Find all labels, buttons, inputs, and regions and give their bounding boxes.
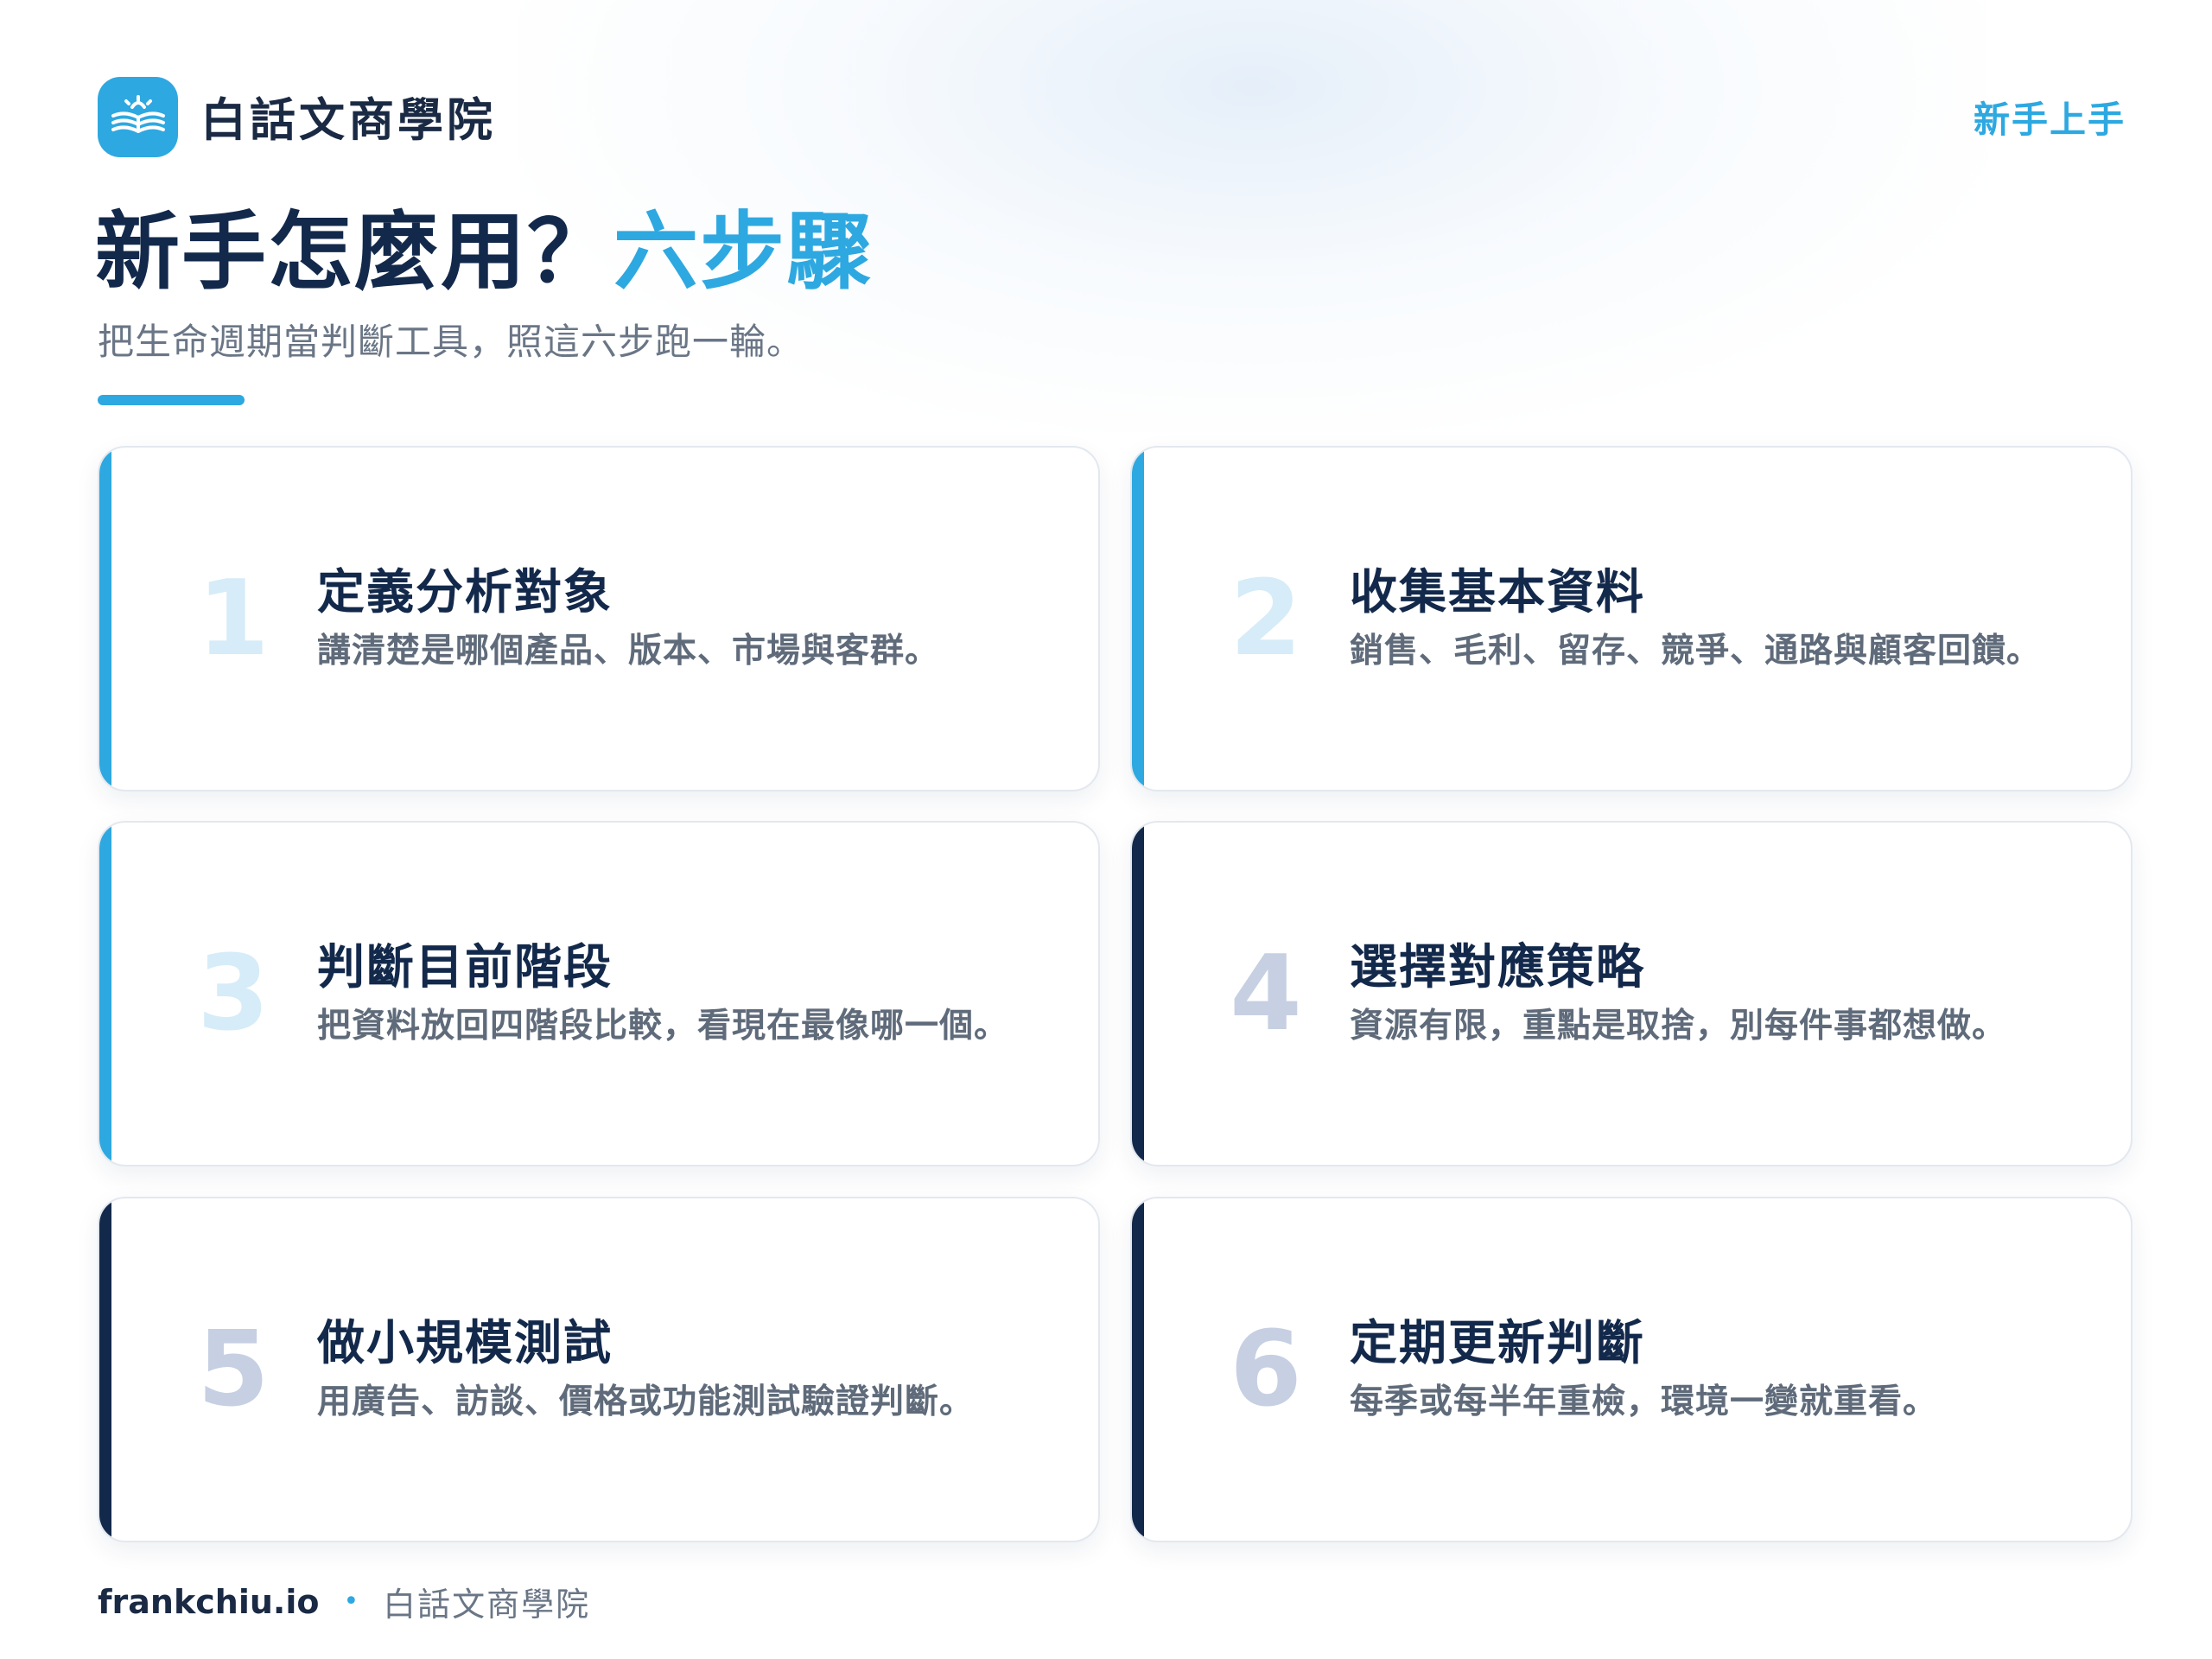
- step-title: 定期更新判斷: [1350, 1315, 1646, 1370]
- brand-name: 白話文商學院: [200, 94, 496, 147]
- card-accent-bar: [1132, 448, 1144, 790]
- page-title: 新手怎麼用？六步驟: [95, 200, 873, 304]
- card-accent-bar: [1132, 823, 1144, 1165]
- step-number: 1: [197, 558, 270, 679]
- step-card-3: 3 判斷目前階段 把資料放回四階段比較，看現在最像哪一個。: [98, 821, 1100, 1166]
- step-number: 6: [1230, 1309, 1302, 1430]
- step-card-1: 1 定義分析對象 講清楚是哪個產品、版本、市場與客群。: [98, 446, 1100, 791]
- step-title: 判斷目前階段: [317, 939, 613, 995]
- header: 白話文商學院 新手上手: [98, 76, 2126, 157]
- page-subtitle: 把生命週期當判斷工具，照這六步跑一輪。: [98, 321, 804, 363]
- footer-domain: frankchiu.io: [98, 1582, 320, 1621]
- step-title: 定義分析對象: [317, 564, 613, 620]
- step-text: 定期更新判斷 每季或每半年重檢，環境一變就重看。: [1350, 1198, 1937, 1541]
- step-description: 講清楚是哪個產品、版本、市場與客群。: [317, 632, 940, 671]
- step-title: 選擇對應策略: [1350, 939, 1646, 995]
- page-title-highlight: 六步驟: [613, 203, 874, 302]
- title-underline: [98, 395, 245, 405]
- footer-separator: •: [343, 1586, 359, 1617]
- footer-brand-name: 白話文商學院: [383, 1586, 591, 1624]
- card-accent-bar: [99, 448, 111, 790]
- page-title-main: 新手怎麼用？: [95, 203, 614, 302]
- card-accent-bar: [99, 1198, 111, 1541]
- step-description: 把資料放回四階段比較，看現在最像哪一個。: [317, 1007, 1009, 1046]
- step-description: 銷售、毛利、留存、競爭、通路與顧客回饋。: [1350, 632, 2042, 671]
- section-tag: 新手上手: [1973, 98, 2126, 141]
- step-card-5: 5 做小規模測試 用廣告、訪談、價格或功能測試驗證判斷。: [98, 1197, 1100, 1542]
- step-text: 選擇對應策略 資源有限，重點是取捨，別每件事都想做。: [1350, 823, 2006, 1165]
- step-description: 資源有限，重點是取捨，別每件事都想做。: [1350, 1007, 2007, 1046]
- step-title: 收集基本資料: [1350, 564, 1646, 620]
- step-text: 判斷目前階段 把資料放回四階段比較，看現在最像哪一個。: [317, 823, 1008, 1165]
- step-text: 做小規模測試 用廣告、訪談、價格或功能測試驗證判斷。: [317, 1198, 974, 1541]
- step-card-2: 2 收集基本資料 銷售、毛利、留存、競爭、通路與顧客回饋。: [1130, 446, 2133, 791]
- step-number: 2: [1230, 558, 1302, 679]
- step-description: 用廣告、訪談、價格或功能測試驗證判斷。: [317, 1382, 975, 1421]
- step-number: 3: [197, 933, 270, 1054]
- step-number: 4: [1230, 933, 1302, 1054]
- footer: frankchiu.io • 白話文商學院: [98, 1578, 590, 1625]
- step-text: 定義分析對象 講清楚是哪個產品、版本、市場與客群。: [317, 448, 939, 790]
- open-book-icon: [98, 76, 178, 157]
- card-accent-bar: [99, 823, 111, 1165]
- step-number: 5: [197, 1309, 270, 1430]
- step-card-6: 6 定期更新判斷 每季或每半年重檢，環境一變就重看。: [1130, 1197, 2133, 1542]
- brand: 白話文商學院: [98, 76, 496, 157]
- step-text: 收集基本資料 銷售、毛利、留存、競爭、通路與顧客回饋。: [1350, 448, 2041, 790]
- step-title: 做小規模測試: [317, 1315, 613, 1370]
- step-card-4: 4 選擇對應策略 資源有限，重點是取捨，別每件事都想做。: [1130, 821, 2133, 1166]
- step-description: 每季或每半年重檢，環境一變就重看。: [1350, 1382, 1938, 1421]
- card-accent-bar: [1132, 1198, 1144, 1541]
